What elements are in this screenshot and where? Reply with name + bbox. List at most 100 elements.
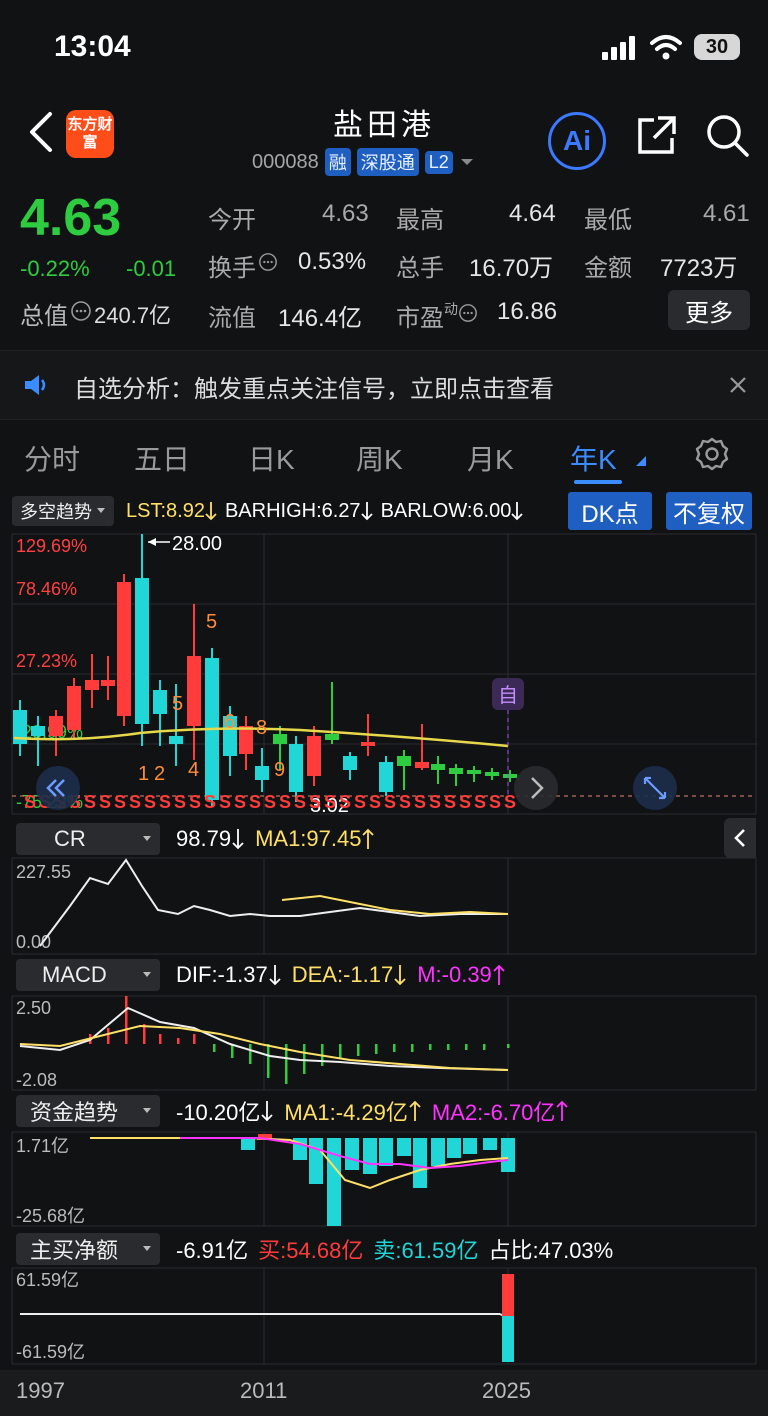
fund-value: -10.20亿 (176, 1100, 261, 1125)
s-mark: S (129, 792, 141, 812)
stat-pe: 市盈 动 (396, 298, 478, 333)
dk-point-button[interactable]: DK点 (568, 492, 652, 530)
info-icon[interactable] (70, 300, 92, 322)
fund-bar (413, 1138, 427, 1188)
collapse-panel-button[interactable] (724, 818, 756, 858)
info-icon[interactable] (258, 252, 278, 272)
s-marks: SSSSSSSSSSSSSSSSSSSSSSSSSSSSSSSSS (24, 792, 516, 812)
s-mark: S (504, 792, 516, 812)
period-tabs: 分时 五日 日K 周K 月K 年K (0, 420, 768, 492)
adjust-button[interactable]: 不复权 (666, 492, 752, 530)
fund-bar (241, 1138, 255, 1150)
fund-bar (501, 1138, 515, 1172)
main-indicator-selector[interactable]: 多空趋势 (12, 496, 114, 526)
candle-body (187, 656, 201, 726)
x-label-end: 2025 (482, 1378, 531, 1403)
cr-line (39, 858, 508, 947)
cr-ma1: MA1:97.45 (255, 826, 362, 851)
stat-open-value: 4.63 (322, 200, 369, 227)
net-selector[interactable]: 主买净额 (16, 1233, 160, 1265)
fund-name: 资金趋势 (30, 1100, 119, 1125)
s-mark: S (324, 792, 336, 812)
cr-selector[interactable]: CR (16, 823, 160, 855)
s-mark: S (354, 792, 366, 812)
stat-turnover: 换手 (208, 248, 278, 283)
stat-volume-value: 16.70万 (469, 255, 554, 282)
s-mark: S (339, 792, 351, 812)
search-icon[interactable] (704, 112, 750, 158)
arrow-up-icon (362, 828, 375, 849)
macd-chart[interactable]: 2.50 -2.08 (0, 994, 768, 1092)
tab-corner-icon (636, 456, 646, 466)
s-mark: S (219, 792, 231, 812)
kline-chart[interactable]: 129.69% 78.46% 27.23% -23.99% -75.22% 自 … (0, 530, 768, 818)
s-mark: S (24, 792, 36, 812)
fund-ymax: 1.71亿 (16, 1136, 69, 1156)
candle-body (273, 734, 287, 744)
cr-ma1-line (281, 894, 509, 916)
next-button[interactable] (514, 766, 558, 810)
notice-banner[interactable]: 自选分析：触发重点关注信号，立即点击查看 (0, 350, 768, 420)
barlow-value: BARLOW:6.00 (380, 499, 512, 522)
fund-bar (447, 1138, 461, 1158)
tab-week-k[interactable]: 周K (356, 438, 403, 478)
stock-code-bar[interactable]: 000088 融 深股通 L2 (252, 148, 475, 176)
tab-intraday[interactable]: 分时 (24, 438, 80, 478)
more-button[interactable]: 更多 (668, 290, 750, 330)
scroll-left-button[interactable] (36, 766, 80, 810)
net-chart[interactable]: 61.59亿 -61.59亿 (0, 1266, 768, 1370)
stat-high-value: 4.64 (509, 200, 556, 227)
cr-ymin: 0.00 (16, 932, 51, 952)
signal-number: 9 (274, 759, 285, 781)
candle-body (361, 742, 375, 746)
candle-body (31, 726, 45, 736)
macd-bar (267, 1044, 270, 1078)
cr-chart[interactable]: 227.55 0.00 (0, 856, 768, 956)
change-amount: -0.01 (126, 256, 177, 281)
s-mark: S (384, 792, 396, 812)
stat-low-value: 4.61 (703, 200, 750, 227)
close-icon[interactable] (728, 375, 748, 395)
stat-open-label: 今开 (208, 207, 256, 234)
macd-selector[interactable]: MACD (16, 959, 160, 991)
share-icon[interactable] (634, 114, 678, 158)
fund-bar (483, 1138, 497, 1150)
s-mark: S (264, 792, 276, 812)
battery-icon: 30 (694, 34, 740, 60)
arrow-down-icon (261, 1101, 274, 1122)
net-buy: 买:54.68亿 (258, 1238, 364, 1263)
signal-number: 8 (256, 717, 267, 739)
s-mark: S (459, 792, 471, 812)
candle-body (153, 690, 167, 714)
tab-day-k[interactable]: 日K (248, 438, 295, 478)
macd-bar (231, 1044, 234, 1058)
stat-turnover-label: 换手 (208, 255, 256, 282)
gear-icon[interactable] (694, 436, 730, 472)
candle-body (117, 582, 131, 716)
macd-bar (411, 1044, 414, 1052)
speaker-icon (25, 375, 46, 395)
s-mark: S (279, 792, 291, 812)
ai-button[interactable]: Ai (548, 112, 606, 170)
tab-year-k[interactable]: 年K (570, 438, 617, 478)
stat-low-label: 最低 (584, 207, 632, 234)
fund-chart[interactable]: 1.71亿 -25.68亿 (0, 1130, 768, 1228)
active-tab-indicator (574, 480, 622, 484)
tag-connect: 深股通 (356, 148, 419, 176)
stat-high-label: 最高 (396, 207, 444, 234)
fund-ymin: -25.68亿 (16, 1206, 85, 1226)
macd-dif: DIF:-1.37 (176, 962, 268, 987)
tab-month-k[interactable]: 月K (467, 438, 514, 478)
signal-number: 5 (206, 611, 217, 633)
pct-label: 129.69% (16, 536, 87, 556)
current-price: 4.63 (20, 189, 122, 247)
fund-bar (397, 1138, 411, 1156)
fund-selector[interactable]: 资金趋势 (16, 1095, 160, 1127)
macd-bar (357, 1044, 360, 1056)
tab-five-day[interactable]: 五日 (134, 438, 190, 478)
info-icon[interactable] (458, 303, 478, 323)
arrow-down-icon (232, 829, 244, 850)
macd-ymax: 2.50 (16, 998, 51, 1018)
s-mark: S (444, 792, 456, 812)
stat-float-value: 146.4亿 (278, 305, 363, 332)
